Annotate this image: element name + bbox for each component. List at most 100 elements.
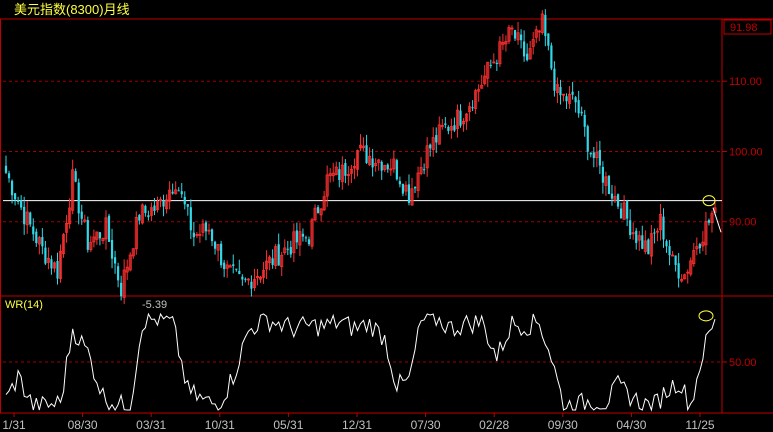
candle-body	[635, 230, 638, 243]
candle-body	[277, 244, 280, 266]
candle-body	[380, 161, 383, 171]
candle-body	[495, 62, 498, 64]
candle-body	[629, 220, 632, 235]
candle-body	[398, 181, 401, 185]
candle-body	[626, 200, 629, 219]
candle-body	[316, 207, 320, 213]
candle-body	[301, 233, 305, 237]
candle-body	[401, 183, 405, 194]
candle-body	[241, 276, 244, 280]
candle-body	[559, 86, 562, 96]
candle-body	[519, 34, 523, 41]
candle-body	[526, 53, 529, 61]
candle-body	[577, 100, 580, 114]
chart-canvas: 110.00 100.00 90.00 91.98 美元指数(8300)月线 WR(…	[0, 0, 773, 432]
candle-body	[589, 152, 592, 155]
candle-body	[107, 215, 111, 242]
time-tick-label: 03/31	[136, 418, 166, 432]
candle-body	[489, 64, 492, 66]
candle-body	[44, 247, 47, 264]
candle-body	[183, 196, 186, 205]
last-price-label: 91.98	[730, 22, 758, 34]
candle-body	[583, 114, 586, 127]
candle-body	[423, 169, 426, 171]
candle-body	[429, 144, 432, 149]
time-tick-label: 11/25	[685, 418, 714, 432]
candle-body	[235, 268, 238, 270]
candle-body	[677, 263, 680, 279]
candle-body	[547, 33, 550, 46]
candle-body	[113, 257, 117, 264]
candle-body	[210, 229, 214, 242]
candle-body	[598, 149, 601, 166]
candle-body	[365, 145, 368, 163]
candle-body	[244, 278, 247, 280]
candle-body	[7, 173, 11, 179]
wr-tick-label: 50.00	[729, 357, 757, 369]
candle-body	[98, 232, 102, 239]
candle-body	[653, 232, 656, 234]
candle-body	[550, 45, 553, 69]
time-tick-label: 07/30	[411, 418, 441, 432]
candle-body	[698, 244, 701, 249]
candle-body	[17, 200, 20, 202]
candle-body	[586, 126, 589, 152]
candle-body	[20, 200, 23, 208]
candle-body	[110, 240, 114, 259]
time-tick-label: 10/31	[205, 418, 235, 432]
indicator-value-label: -5.39	[142, 299, 167, 311]
price-tick-label: 110.00	[729, 76, 762, 88]
candle-body	[459, 110, 462, 126]
candle-body	[180, 191, 183, 195]
candle-body	[41, 236, 44, 247]
candle-body	[471, 107, 474, 109]
candle-body	[238, 270, 241, 275]
candle-body	[120, 282, 123, 297]
time-tick-label: 09/30	[548, 418, 578, 432]
candle-body	[395, 160, 398, 180]
time-tick-label: 12/31	[342, 418, 372, 432]
candle-body	[86, 220, 89, 250]
candle-body	[453, 125, 456, 131]
candle-body	[601, 166, 604, 183]
candle-body	[447, 126, 450, 131]
candle-body	[641, 235, 644, 249]
candle-body	[707, 220, 711, 223]
candle-body	[147, 215, 150, 218]
candle-body	[13, 193, 17, 200]
candle-body	[223, 262, 226, 270]
candle-body	[204, 222, 208, 232]
chart-title: 美元指数(8300)月线	[14, 2, 130, 17]
candle-body	[338, 169, 341, 181]
candle-body	[307, 239, 311, 245]
price-tick-label: 100.00	[729, 146, 763, 158]
candle-body	[250, 281, 253, 289]
candle-body	[35, 231, 38, 243]
candle-body	[192, 232, 195, 238]
time-tick-label: 08/30	[68, 418, 98, 432]
candle-body	[213, 241, 217, 249]
candle-body	[665, 241, 668, 247]
candle-body	[344, 163, 347, 176]
candle-body	[189, 207, 192, 231]
candle-body	[619, 208, 623, 219]
time-tick-label: 02/28	[479, 418, 509, 432]
candle-body	[565, 96, 568, 102]
candle-body	[371, 158, 374, 168]
candle-body	[289, 247, 292, 255]
indicator-name-label: WR(14)	[5, 299, 43, 311]
candle-body	[304, 237, 308, 239]
candle-body	[138, 214, 141, 221]
candle-body	[553, 68, 556, 91]
candle-body	[32, 226, 35, 235]
candle-body	[286, 248, 289, 250]
candle-body	[50, 259, 53, 269]
candle-body	[10, 180, 14, 196]
candle-body	[574, 97, 577, 103]
candle-body	[580, 111, 583, 114]
candle-body	[177, 190, 180, 192]
candle-body	[117, 266, 120, 281]
candle-body	[607, 175, 611, 195]
candle-body	[544, 14, 547, 37]
candle-body	[4, 165, 8, 173]
